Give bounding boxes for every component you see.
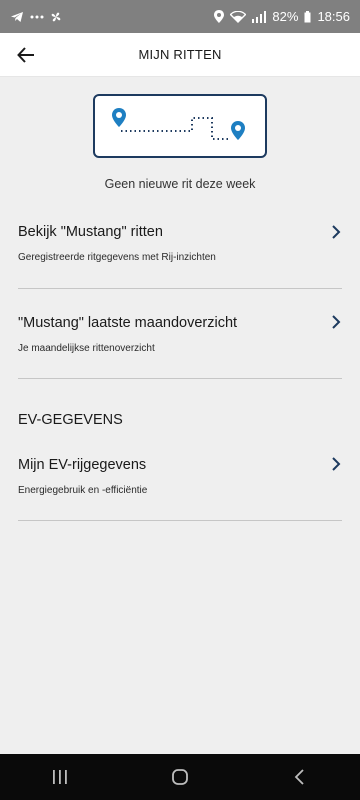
recent-apps-button[interactable] bbox=[40, 757, 80, 797]
chevron-right-icon bbox=[332, 225, 341, 239]
divider bbox=[18, 378, 342, 379]
route-illustration bbox=[93, 94, 267, 158]
status-right: 82% 18:56 bbox=[214, 9, 350, 24]
system-back-button[interactable] bbox=[280, 757, 320, 797]
item-subtitle: Energiegebruik en -efficiëntie bbox=[18, 485, 148, 496]
empty-state-text: Geen nieuwe rit deze week bbox=[104, 177, 256, 191]
signal-icon bbox=[252, 10, 267, 23]
wifi-icon bbox=[230, 10, 247, 23]
status-left bbox=[10, 11, 62, 23]
divider bbox=[18, 520, 342, 521]
item-title: Bekijk "Mustang" ritten bbox=[18, 224, 163, 240]
location-icon bbox=[214, 10, 225, 23]
item-subtitle: Geregistreerde ritgegevens met Rij-inzic… bbox=[18, 252, 216, 263]
item-title: Mijn EV-rijgegevens bbox=[18, 457, 147, 473]
end-pin-icon bbox=[231, 121, 245, 140]
app-bar: MIJN RITTEN bbox=[0, 33, 360, 77]
arrow-left-icon bbox=[17, 47, 34, 63]
route-map-icon bbox=[112, 108, 245, 140]
chevron-right-icon bbox=[332, 315, 341, 329]
section-header-ev: EV-GEGEVENS bbox=[18, 412, 123, 428]
divider bbox=[18, 288, 342, 289]
list-item-mustang-rides[interactable]: Bekijk "Mustang" ritten Geregistreerde r… bbox=[18, 222, 342, 272]
start-pin-icon bbox=[112, 108, 126, 127]
list-item-ev-data[interactable]: Mijn EV-rijgegevens Energiegebruik en -e… bbox=[18, 456, 342, 506]
home-button[interactable] bbox=[160, 757, 200, 797]
telegram-icon bbox=[10, 11, 24, 23]
more-dots-icon bbox=[30, 15, 44, 19]
clock: 18:56 bbox=[317, 9, 350, 24]
home-icon bbox=[172, 769, 188, 785]
item-subtitle: Je maandelijkse rittenoverzicht bbox=[18, 343, 155, 354]
list-item-monthly-overview[interactable]: "Mustang" laatste maandoverzicht Je maan… bbox=[18, 313, 342, 363]
battery-icon bbox=[304, 10, 311, 23]
page-title: MIJN RITTEN bbox=[138, 47, 222, 62]
battery-text: 82% bbox=[272, 9, 299, 24]
system-nav-bar bbox=[0, 754, 360, 800]
status-bar: 82% 18:56 bbox=[0, 0, 360, 33]
item-title: "Mustang" laatste maandoverzicht bbox=[18, 315, 238, 331]
chevron-right-icon bbox=[332, 457, 341, 471]
back-icon bbox=[294, 769, 304, 785]
fan-icon bbox=[50, 11, 62, 23]
back-button[interactable] bbox=[12, 41, 40, 69]
recent-apps-icon bbox=[53, 770, 67, 784]
